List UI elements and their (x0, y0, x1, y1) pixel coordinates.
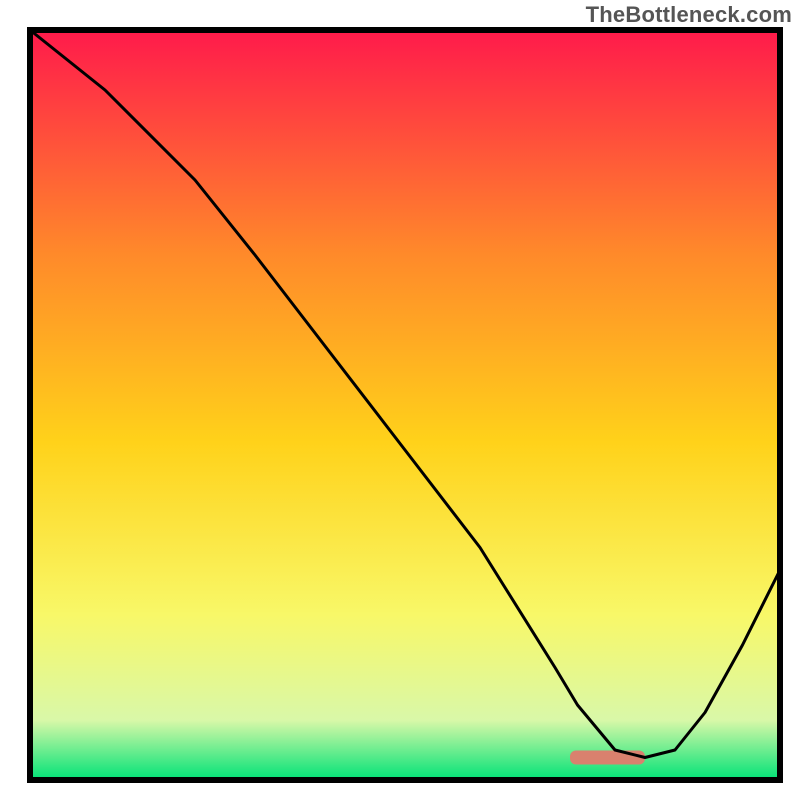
plot-background (30, 30, 780, 780)
chart-stage: TheBottleneck.com (0, 0, 800, 800)
watermark-text: TheBottleneck.com (586, 2, 792, 28)
marker-band (570, 751, 645, 765)
chart-svg (0, 0, 800, 800)
